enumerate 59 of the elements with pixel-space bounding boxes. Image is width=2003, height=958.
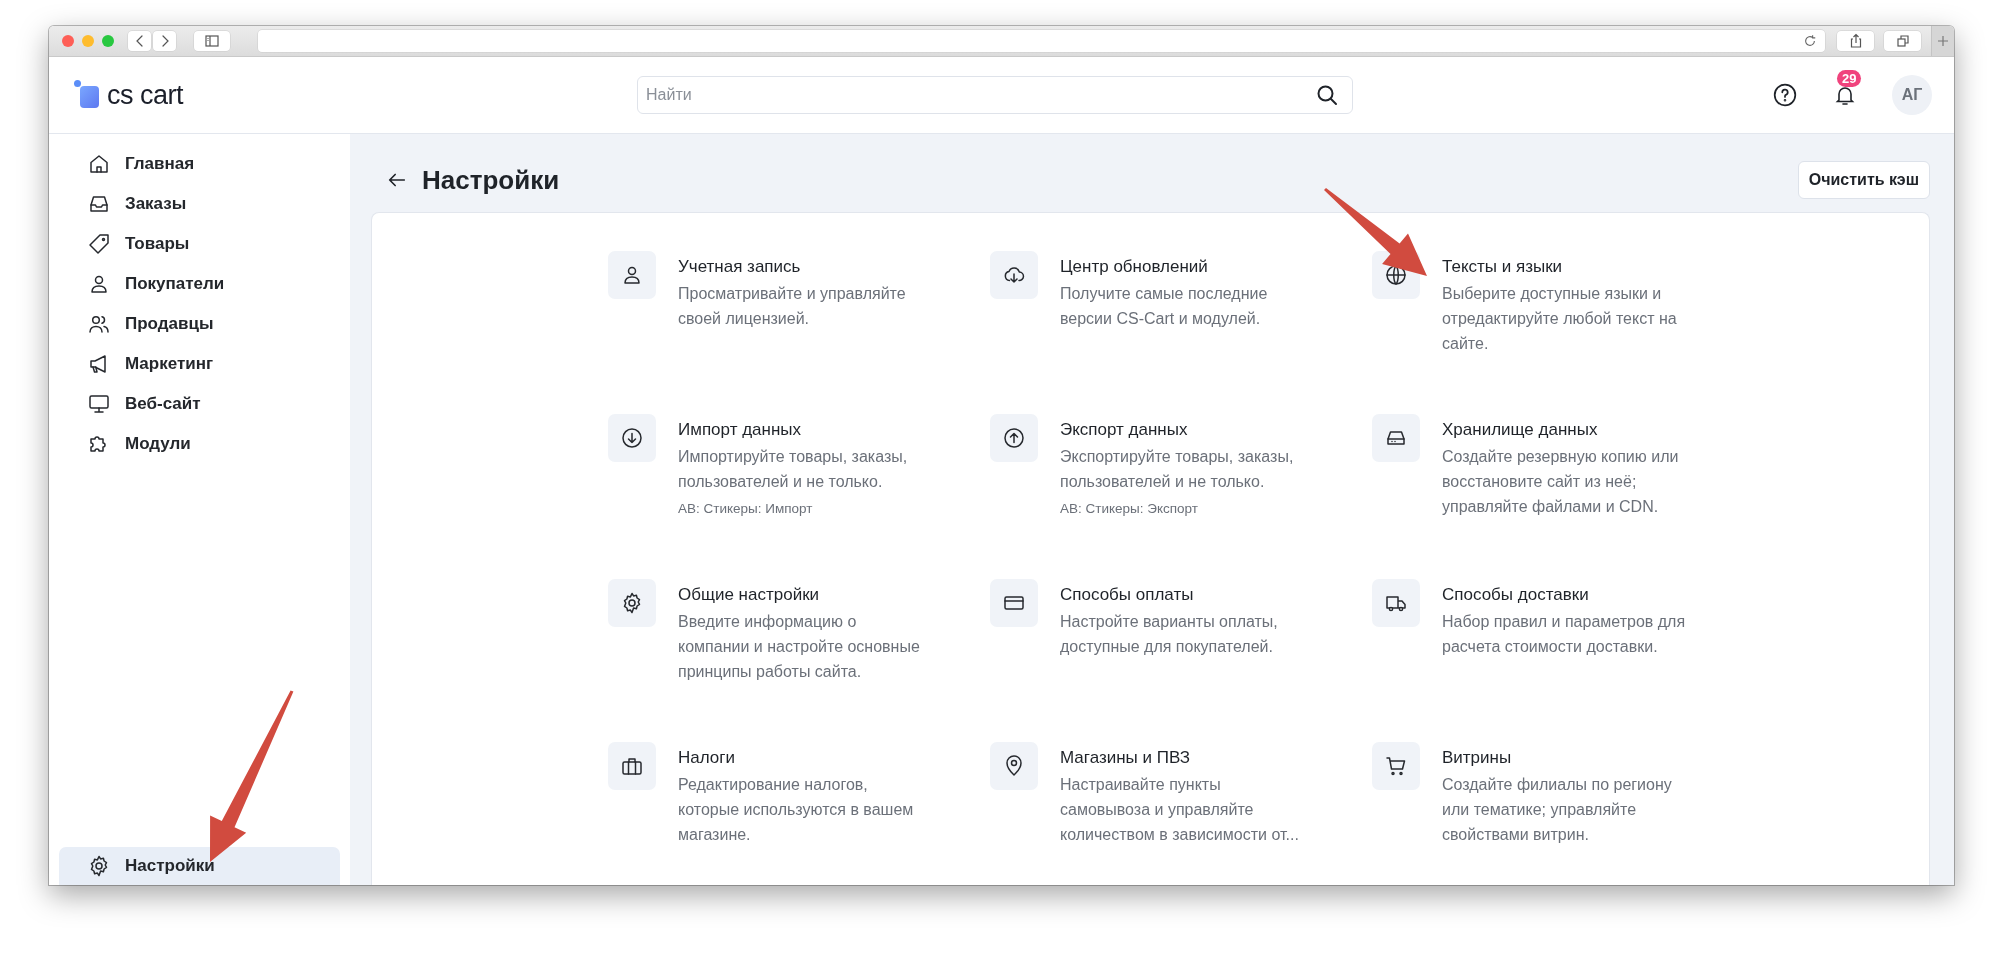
help-icon[interactable] — [1772, 82, 1798, 108]
setting-title[interactable]: Хранилище данных — [1442, 418, 1598, 442]
setting-description: Введите информацию о компании и настройте основные принципы работы сайта. — [678, 612, 921, 682]
setting-title[interactable]: Общие настройки — [678, 583, 820, 607]
sidebar-icon — [204, 33, 220, 49]
notification-badge: 29 — [1837, 70, 1862, 87]
arrow-up-circle-icon — [1002, 426, 1026, 450]
forward-button[interactable] — [153, 31, 176, 51]
window-close-button[interactable] — [62, 35, 74, 47]
back-button[interactable] — [128, 31, 151, 51]
setting-description: Выберите доступные языки и отредактируйте любой текст на сайте. — [1442, 284, 1678, 354]
setting-description: Создайте филиалы по региону или тематике; управляйте свойствами витрин. — [1442, 775, 1673, 845]
setting-note[interactable]: АВ: Стикеры: Импорт — [678, 497, 928, 521]
setting-description: Создайте резервную копию или восстановите сайт из неё; управляйте файлами и CDN. — [1442, 447, 1680, 517]
sidebar-item[interactable]: Модули — [59, 424, 340, 464]
setting-description: Редактирование налогов, которые используются в вашем магазине. — [678, 775, 915, 845]
user-avatar[interactable]: АГ — [1892, 75, 1932, 115]
setting-note[interactable]: АВ: Стикеры: Экспорт — [1060, 497, 1310, 521]
sidebar-toggle-button[interactable] — [194, 31, 230, 51]
setting-description: Просматривайте и управляйте своей лицензией. — [678, 284, 907, 329]
setting-description: Получите самые последние версии CS-Cart и модулей. — [1060, 284, 1269, 329]
sidebar-item[interactable]: Маркетинг — [59, 344, 340, 384]
setting-title[interactable]: Налоги — [678, 746, 735, 770]
setting-title[interactable]: Учетная запись — [678, 255, 801, 279]
arrow-down-circle-icon — [620, 426, 644, 450]
search-field[interactable]: Найти — [637, 76, 1353, 114]
home-icon — [87, 152, 111, 176]
sidebar-item[interactable]: Веб-сайт — [59, 384, 340, 424]
sidebar-item[interactable]: Настройки — [59, 847, 340, 885]
reload-icon[interactable] — [1803, 34, 1817, 48]
setting-title[interactable]: Экспорт данных — [1060, 418, 1188, 442]
share-button[interactable] — [1837, 31, 1874, 51]
tag-icon — [87, 232, 111, 256]
setting-title[interactable]: Способы оплаты — [1060, 583, 1194, 607]
setting-title[interactable]: Магазины и ПВЗ — [1060, 746, 1190, 770]
setting-title[interactable]: Импорт данных — [678, 418, 802, 442]
setting-title[interactable]: Тексты и языки — [1442, 255, 1563, 279]
sidebar-item[interactable]: Заказы — [59, 184, 340, 224]
setting-title[interactable]: Способы доставки — [1442, 583, 1589, 607]
plus-icon — [1937, 35, 1949, 47]
sidebar-item[interactable]: Главная — [59, 144, 340, 184]
setting-description: Импортируйте товары, заказы, пользователей и не только. — [678, 447, 909, 492]
setting-title[interactable]: Центр обновлений — [1060, 255, 1208, 279]
logo-text[interactable]: cs cart — [107, 82, 183, 108]
sidebar-item[interactable]: Покупатели — [59, 264, 340, 304]
page-title: Настройки — [422, 164, 560, 196]
search-icon[interactable] — [1315, 83, 1339, 107]
setting-description: Настройте варианты оплаты, доступные для покупателей. — [1060, 612, 1279, 657]
setting-description: Экспортируйте товары, заказы, пользователей и не только. — [1060, 447, 1295, 492]
clear-cache-button[interactable]: Очистить кэш — [1797, 161, 1930, 199]
sidebar-item[interactable]: Продавцы — [59, 304, 340, 344]
tabs-icon — [1894, 33, 1911, 49]
monitor-icon — [87, 392, 111, 416]
setting-title[interactable]: Витрины — [1442, 746, 1512, 770]
setting-description: Набор правил и параметров для расчета стоимости доставки. — [1442, 612, 1687, 657]
tabs-button[interactable] — [1884, 31, 1921, 51]
sidebar-item[interactable]: Товары — [59, 224, 340, 264]
cart-icon — [1384, 754, 1408, 778]
setting-description: Настраивайте пункты самовывоза и управляйте количеством в зависимости от... — [1060, 775, 1300, 845]
